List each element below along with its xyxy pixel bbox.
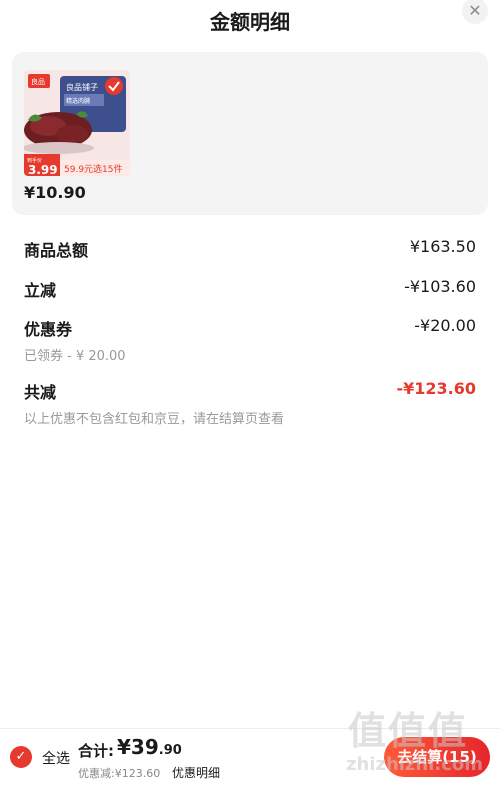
total-label: 合计: <box>78 742 114 760</box>
goods-total-amount: ¥163.50 <box>409 237 476 256</box>
goods-total-label: 商品总额 <box>24 241 89 260</box>
total-discount-row: 共减 -¥123.60 <box>24 379 476 403</box>
product-card: 良品铺子 精选肉脯 良品 到手价 3.99 59.9元选15件 ¥10.90 <box>12 52 488 215</box>
instant-discount-amount: -¥103.60 <box>404 277 476 296</box>
coupon-amount: -¥20.00 <box>414 316 476 335</box>
total-price-int: ¥39 <box>117 735 159 759</box>
instant-discount-label: 立减 <box>24 281 57 300</box>
page-title: 金额明细 <box>210 10 290 34</box>
total-price: ¥39.90 <box>117 735 182 759</box>
product-image-graphic: 良品铺子 精选肉脯 良品 到手价 3.99 59.9元选15件 <box>24 70 130 176</box>
sheet-header: 金额明细 ✕ <box>0 0 500 40</box>
package-text-1: 良品铺子 <box>66 82 98 92</box>
price-tag-value: 3.99 <box>28 163 58 176</box>
brand-badge: 良品 <box>31 77 45 86</box>
discount-note: 优惠减:¥123.60 <box>78 767 161 780</box>
select-all-label[interactable]: 全选 <box>42 748 70 768</box>
total-price-decimal: .90 <box>158 743 182 758</box>
total-discount-amount: -¥123.60 <box>396 379 476 398</box>
product-image[interactable]: 良品铺子 精选肉脯 良品 到手价 3.99 59.9元选15件 <box>24 70 130 176</box>
promo-label: 59.9元选15件 <box>64 163 123 175</box>
product-price: ¥10.90 <box>24 183 86 202</box>
discount-detail-link[interactable]: 优惠明细 <box>172 764 220 781</box>
check-icon[interactable]: ✓ <box>10 746 32 768</box>
package-text-2: 精选肉脯 <box>66 97 90 105</box>
coupon-row: 优惠券 -¥20.00 <box>24 316 476 340</box>
checkout-button[interactable]: 去结算(15) <box>384 737 490 777</box>
total-discount-note: 以上优惠不包含红包和京豆，请在结算页查看 <box>24 412 285 427</box>
coupon-note: 已领券 - ¥ 20.00 <box>24 349 126 364</box>
goods-total-row: 商品总额 ¥163.50 <box>24 237 476 261</box>
bottom-bar: ✓ 全选 合计: ¥39.90 优惠减:¥123.60 优惠明细 去结算(15) <box>0 728 500 785</box>
total-discount-label: 共减 <box>24 383 57 402</box>
coupon-label: 优惠券 <box>24 320 73 339</box>
instant-discount-row: 立减 -¥103.60 <box>24 277 476 301</box>
